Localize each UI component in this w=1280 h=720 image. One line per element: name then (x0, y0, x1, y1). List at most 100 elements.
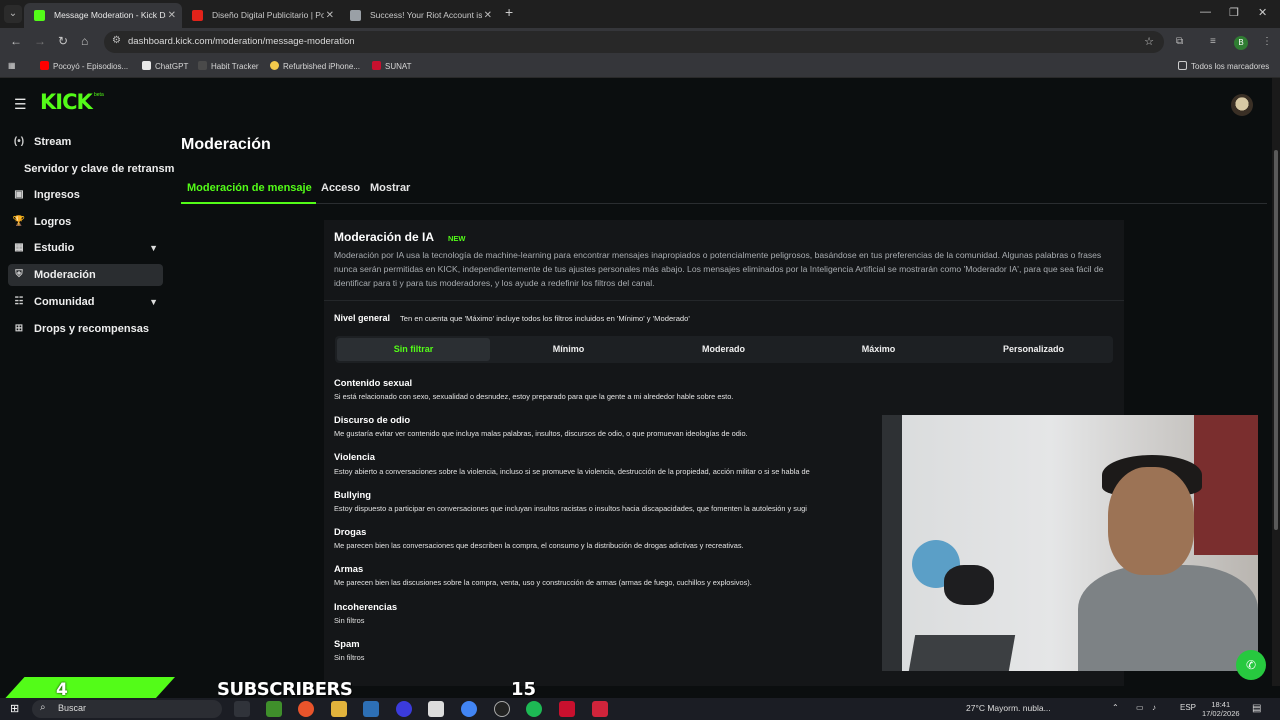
close-tab-icon[interactable]: ✕ (484, 3, 492, 28)
firefox-icon[interactable] (298, 701, 314, 717)
sidebar-item-stream[interactable]: (•) Stream (8, 131, 163, 153)
close-tab-icon[interactable]: ✕ (168, 3, 176, 28)
tab-title: Success! Your Riot Account is n (370, 10, 482, 20)
volume-icon[interactable]: ♪ (1152, 703, 1156, 712)
obs-icon[interactable] (494, 701, 510, 717)
clock-time: 18:41 (1211, 700, 1231, 709)
tab-access[interactable]: Acceso (321, 182, 360, 194)
level-option-moderado[interactable]: Moderado (647, 338, 800, 361)
language-indicator[interactable]: ESP (1180, 703, 1196, 712)
folder-icon (1178, 61, 1187, 70)
category-description: Me parecen bien las conversaciones que d… (334, 541, 744, 550)
windows-taskbar: ⊞ ⌕ Buscar 27°C Mayorm. nubla... ⌃ ▭ ♪ E… (0, 698, 1280, 720)
bookmark-star-icon[interactable]: ☆ (1144, 35, 1154, 48)
monitor-edge (882, 415, 902, 671)
all-bookmarks[interactable]: Todos los marcadores (1178, 61, 1269, 71)
bookmark-pocoyo[interactable]: Pocoyó - Episodios... (40, 61, 128, 71)
level-option-minimo[interactable]: Mínimo (492, 338, 645, 361)
ai-moderation-title: Moderación de IA (334, 230, 435, 244)
browser-tab-riot[interactable]: Success! Your Riot Account is n ✕ (340, 3, 498, 28)
category-description: Estoy abierto a conversaciones sobre la … (334, 467, 810, 476)
level-option-maximo[interactable]: Máximo (802, 338, 955, 361)
site-info-icon[interactable]: ⚙ (112, 35, 121, 46)
restore-window-button[interactable]: ❐ (1229, 6, 1239, 19)
notification-icon[interactable]: ▤ (1252, 703, 1261, 714)
apps-grid-icon[interactable]: ▦ (8, 61, 16, 70)
chevron-down-icon[interactable]: ▼ (149, 237, 158, 259)
spotify-icon[interactable] (526, 701, 542, 717)
tab-title: Message Moderation - Kick Da (54, 10, 166, 20)
new-tab-button[interactable]: + (505, 4, 513, 20)
sidebar-sub-item-stream-key[interactable]: Servidor y clave de retransm (24, 163, 174, 175)
tab-search-button[interactable]: ⌄ (4, 5, 22, 23)
minecraft-icon[interactable] (266, 701, 282, 717)
notion-icon (198, 61, 207, 70)
menu-kebab-icon[interactable]: ⋮ (1262, 36, 1272, 47)
panel-divider (324, 300, 1124, 301)
vpn-icon[interactable] (363, 701, 379, 717)
category-title: Violencia (334, 451, 375, 462)
weather-widget[interactable]: 27°C Mayorm. nubla... (966, 703, 1051, 713)
level-option-personalizado[interactable]: Personalizado (957, 338, 1110, 361)
category-title: Drogas (334, 526, 367, 537)
scrollbar-thumb[interactable] (1274, 150, 1278, 530)
discord-icon[interactable] (396, 701, 412, 717)
bookmark-chatgpt[interactable]: ChatGPT (142, 61, 188, 71)
level-option-sin-filtrar[interactable]: Sin filtrar (337, 338, 490, 361)
windows-start-icon[interactable]: ⊞ (10, 702, 19, 715)
app-icon[interactable] (559, 701, 575, 717)
media-icon[interactable]: ≡ (1210, 36, 1216, 47)
streamer-shirt (1078, 565, 1258, 671)
tab-message-moderation[interactable]: Moderación de mensaje (187, 182, 312, 194)
tray-chevron-icon[interactable]: ⌃ (1112, 703, 1119, 712)
chevron-down-icon[interactable]: ▼ (149, 291, 158, 313)
youtube-icon (40, 61, 49, 70)
network-icon[interactable]: ▭ (1136, 703, 1144, 712)
search-icon: ⌕ (40, 702, 46, 713)
sidebar-item-drops[interactable]: ⊞ Drops y recompensas (8, 318, 163, 340)
kick-logo[interactable]: KICK (40, 90, 93, 114)
reload-icon[interactable]: ↻ (58, 34, 68, 48)
home-icon[interactable]: ⌂ (81, 34, 88, 48)
taskbar-search[interactable]: ⌕ Buscar (32, 700, 222, 718)
wallet-icon: ▣ (14, 189, 24, 200)
chrome-icon[interactable] (461, 701, 477, 717)
sidebar-item-comunidad[interactable]: ☷ Comunidad ▼ (8, 291, 163, 313)
user-avatar[interactable] (1231, 94, 1253, 116)
sidebar-item-moderacion[interactable]: ⛨ Moderación (8, 264, 163, 286)
file-explorer-icon[interactable] (331, 701, 347, 717)
task-view-icon[interactable] (234, 701, 250, 717)
bookmark-refurbished-iphone[interactable]: Refurbished iPhone... (270, 61, 360, 71)
back-arrow-icon[interactable]: ← (10, 34, 22, 48)
url-bar[interactable]: ⚙ dashboard.kick.com/moderation/message-… (104, 31, 1164, 53)
chatgpt-icon (142, 61, 151, 70)
browser-tab-diseno[interactable]: Diseño Digital Publicitario | Por ✕ (182, 3, 340, 28)
bookmark-sunat[interactable]: SUNAT (372, 61, 412, 71)
close-window-button[interactable]: ✕ (1258, 6, 1267, 19)
tabs-divider (181, 203, 1267, 204)
bookmark-habit-tracker[interactable]: Habit Tracker (198, 61, 259, 71)
sidebar-item-logros[interactable]: 🏆 Logros (8, 211, 163, 233)
sidebar-item-label: Estudio (34, 242, 75, 254)
sidebar-item-estudio[interactable]: ▦ Estudio ▼ (8, 237, 163, 259)
taskbar-clock[interactable]: 18:41 17/02/2026 (1202, 700, 1240, 718)
minimize-window-button[interactable]: — (1200, 6, 1211, 18)
url-text[interactable]: dashboard.kick.com/moderation/message-mo… (128, 36, 355, 47)
tab-display[interactable]: Mostrar (370, 182, 410, 194)
sidebar-item-ingresos[interactable]: ▣ Ingresos (8, 184, 163, 206)
keyboard (908, 635, 1016, 671)
hamburger-menu-icon[interactable]: ☰ (14, 96, 27, 113)
forward-arrow-icon[interactable]: → (34, 34, 46, 48)
beta-badge: beta (94, 92, 104, 98)
pdf-icon[interactable] (592, 701, 608, 717)
profile-avatar[interactable]: B (1234, 36, 1248, 50)
community-icon: ☷ (14, 296, 24, 307)
sidebar-item-label: Logros (34, 216, 72, 228)
extensions-icon[interactable]: ⧉ (1176, 36, 1183, 47)
mail-icon[interactable] (428, 701, 444, 717)
close-tab-icon[interactable]: ✕ (326, 3, 334, 28)
category-title: Bullying (334, 489, 371, 500)
ai-moderation-description: Moderación por IA usa la tecnología de m… (334, 250, 1104, 288)
studio-icon: ▦ (14, 242, 24, 253)
browser-tab-kick[interactable]: Message Moderation - Kick Da ✕ (24, 3, 182, 28)
